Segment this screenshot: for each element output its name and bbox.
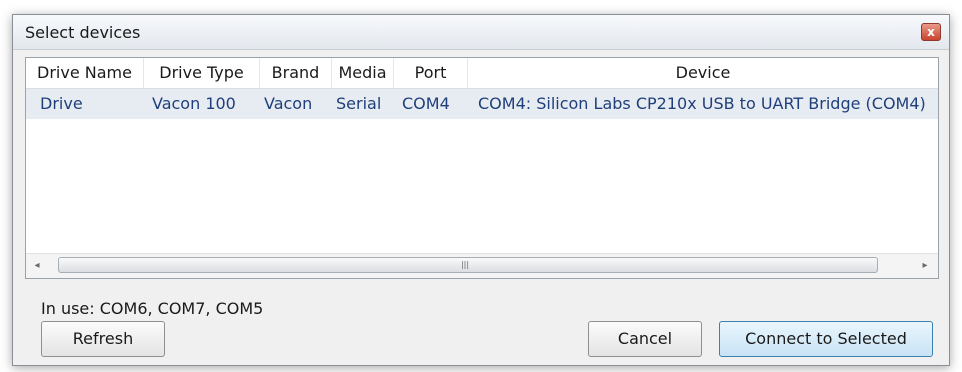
column-header-drive-name[interactable]: Drive Name [26,58,144,88]
horizontal-scrollbar[interactable]: ◂ ||| ▸ [26,253,938,278]
dialog-title: Select devices [25,23,141,42]
cell-drive-type: Vacon 100 [152,94,236,113]
cell-device: COM4: Silicon Labs CP210x USB to UART Br… [478,94,926,113]
scrollbar-thumb[interactable]: ||| [58,257,878,273]
cell-port: COM4 [402,94,450,113]
column-header-media[interactable]: Media [332,58,394,88]
scroll-right-arrow-icon[interactable]: ▸ [918,258,932,274]
device-list[interactable]: Drive Name Drive Type Brand Media Port D… [25,57,939,279]
close-icon: x [927,25,935,39]
scroll-left-arrow-icon[interactable]: ◂ [30,258,44,274]
select-devices-dialog: Select devices x Drive Name Drive Type B… [12,14,950,366]
in-use-ports-label: In use: COM6, COM7, COM5 [41,299,264,318]
connect-to-selected-button[interactable]: Connect to Selected [719,321,933,357]
scrollbar-grip-icon: ||| [460,260,470,269]
cell-media: Serial [336,94,382,113]
column-header-brand[interactable]: Brand [260,58,332,88]
table-header: Drive Name Drive Type Brand Media Port D… [26,58,938,89]
cell-drive-name: Drive [40,94,83,113]
column-header-device[interactable]: Device [468,58,938,88]
refresh-button[interactable]: Refresh [41,321,165,357]
column-header-drive-type[interactable]: Drive Type [144,58,260,88]
table-row[interactable]: Drive Vacon 100 Vacon Serial COM4 COM4: … [26,89,938,119]
title-bar: Select devices x [13,15,949,50]
cell-brand: Vacon [264,94,313,113]
close-button[interactable]: x [921,23,941,41]
column-header-port[interactable]: Port [394,58,468,88]
cancel-button[interactable]: Cancel [588,321,702,357]
